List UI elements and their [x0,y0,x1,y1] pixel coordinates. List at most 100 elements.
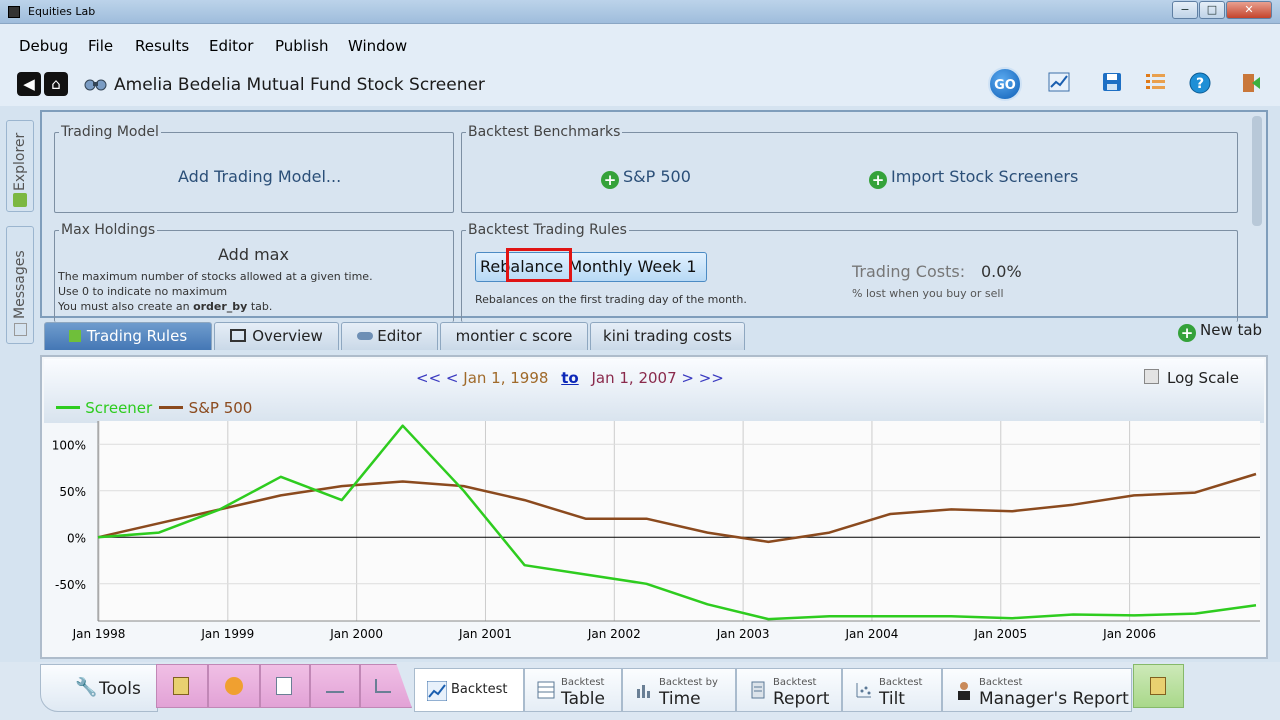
tab-overview[interactable]: Overview [214,322,339,350]
y-tick-label: 50% [59,485,86,499]
close-button[interactable]: ✕ [1226,1,1272,19]
bottom-tab-backtest[interactable]: Backtest [414,668,524,712]
add-trading-model-link[interactable]: Add Trading Model... [178,167,341,186]
panel-scrollbar[interactable] [1252,116,1262,226]
tool-palette[interactable] [208,664,260,708]
messages-label: Messages [12,250,28,319]
prev-range-button[interactable]: << < [416,369,458,387]
tilt-icon [855,681,873,699]
tab-montier-c-score[interactable]: montier c score [440,322,588,350]
screen-title: Amelia Bedelia Mutual Fund Stock Screene… [114,75,485,95]
app-icon [8,6,20,18]
log-scale-label: Log Scale [1167,369,1239,387]
end-date[interactable]: Jan 1, 2007 [591,369,676,387]
bottom-tab-table[interactable]: Backtest Table [524,668,622,712]
extra-tool-button[interactable] [1133,664,1184,708]
start-date[interactable]: Jan 1, 1998 [463,369,548,387]
trading-costs-description: % lost when you buy or sell [852,287,1004,300]
bar-chart-icon [326,681,344,693]
exit-icon[interactable] [1238,72,1264,98]
save-icon[interactable] [1099,72,1125,98]
menu-window[interactable]: Window [348,37,407,55]
tool-bars[interactable] [310,664,360,708]
bottom-tab-managers-report[interactable]: Backtest Manager's Report [942,668,1132,712]
menu-file[interactable]: File [88,37,113,55]
screener-legend-swatch [56,406,80,409]
grid-icon [276,677,292,695]
tools-button[interactable]: 🔧 Tools [40,664,158,712]
go-button[interactable]: GO [988,67,1022,101]
bottom-tab-tilt[interactable]: Backtest Tilt [842,668,942,712]
maximize-button[interactable]: □ [1199,1,1225,19]
benchmarks-title: Backtest Benchmarks [466,124,623,140]
menu-bar: Debug File Results Editor Publish Window [0,24,1280,64]
chart-icon[interactable] [1046,72,1072,98]
menu-publish[interactable]: Publish [275,37,328,55]
trading-rules-title: Backtest Trading Rules [466,222,629,238]
notes-icon [1150,677,1166,695]
rebalance-description: Rebalances on the first trading day of t… [475,293,747,306]
trading-rules-panel: Trading Model Add Trading Model... Backt… [40,110,1268,322]
palette-icon [225,677,243,695]
max-holdings-title: Max Holdings [59,222,158,238]
range-to-link[interactable]: to [561,369,578,387]
x-tick-label: Jan 1998 [72,627,126,641]
trading-rules-group: Backtest Trading Rules Rebalance Monthly… [461,222,1238,322]
menu-editor[interactable]: Editor [209,37,253,55]
highlight-box [506,248,572,282]
max-holdings-group: Max Holdings Add max The maximum number … [54,222,454,322]
import-screeners-link[interactable]: + Import Stock Screeners [869,167,1078,189]
tool-grid[interactable] [260,664,310,708]
bottom-tab-time[interactable]: Backtest by Time [622,668,736,712]
chart-header: << < Jan 1, 1998 to Jan 1, 2007 > >> Log… [44,359,1264,423]
explorer-side-tab[interactable]: Explorer [6,120,34,212]
tab-kini-trading-costs[interactable]: kini trading costs [590,322,745,350]
report-tab-caption: Backtest [773,677,817,688]
y-tick-label: 0% [67,531,86,545]
binoculars-icon [82,76,108,92]
back-icon[interactable]: ◀ [17,72,41,96]
window-title: Equities Lab [28,5,96,18]
date-range: << < Jan 1, 1998 to Jan 1, 2007 > >> [416,369,724,387]
max-holdings-help-1: The maximum number of stocks allowed at … [58,270,373,283]
home-icon[interactable]: ⌂ [44,72,68,96]
explorer-label: Explorer [12,132,28,191]
trading-rules-tab-icon [68,330,81,342]
managers-report-tab-label: Manager's Report [979,689,1129,709]
messages-side-tab[interactable]: Messages [6,226,34,344]
benchmarks-group: Backtest Benchmarks + S&P 500 + Import Sto… [461,124,1238,213]
trading-model-group: Trading Model Add Trading Model... [54,124,454,213]
y-tick-label: 100% [52,438,86,452]
notes-icon [173,677,189,695]
x-tick-label: Jan 1999 [200,627,254,641]
menu-debug[interactable]: Debug [19,37,68,55]
add-max-link[interactable]: Add max [218,245,289,264]
svg-text:?: ? [1196,76,1204,92]
new-tab-button[interactable]: + New tab [1178,321,1262,342]
add-icon: + [1178,324,1196,342]
report-icon [749,681,767,699]
tool-scatter[interactable] [360,664,412,708]
trading-costs-value[interactable]: 0.0% [981,262,1022,281]
help-icon[interactable]: ? [1187,72,1213,98]
x-tick-label: Jan 2006 [1102,627,1156,641]
tab-editor[interactable]: Editor [341,322,438,350]
log-scale-checkbox[interactable] [1144,369,1159,384]
chart-legend: Screener S&P 500 [56,399,252,417]
x-tick-label: Jan 2005 [973,627,1027,641]
tab-trading-rules[interactable]: Trading Rules [44,322,212,350]
managers-report-tab-caption: Backtest [979,677,1023,688]
menu-results[interactable]: Results [135,37,189,55]
backtest-chart: Jan 1998 Jan 1999 Jan 2000 Jan 2001 Jan 2002… [52,421,1260,641]
sp500-benchmark-link[interactable]: + S&P 500 [601,167,691,189]
x-tick-label: Jan 2000 [329,627,383,641]
table-tab-label: Table [561,689,605,709]
max-holdings-help-3: You must also create an order_by tab. [58,300,273,313]
next-range-button[interactable]: > >> [681,369,723,387]
minimize-button[interactable]: − [1172,1,1198,19]
list-icon[interactable] [1143,72,1169,98]
tool-notes[interactable] [156,664,208,708]
add-icon: + [869,171,887,189]
overview-tab-icon [230,329,247,342]
bottom-tab-report[interactable]: Backtest Report [736,668,842,712]
